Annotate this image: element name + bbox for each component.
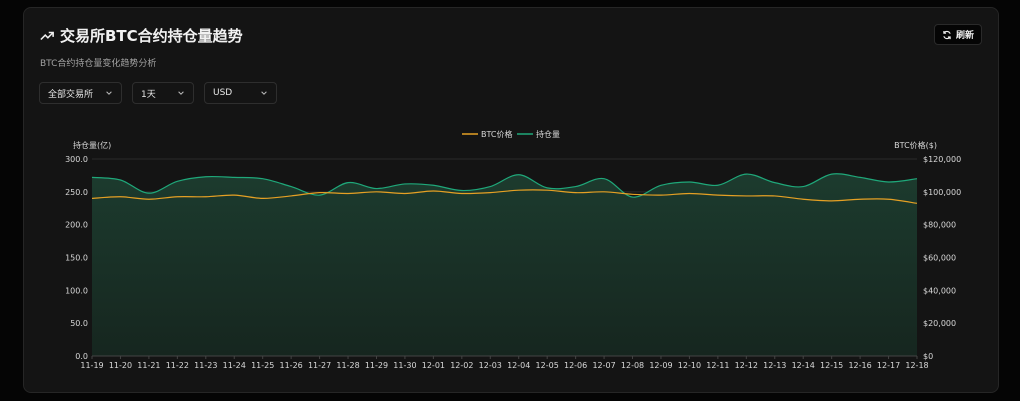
x-tick-label: 11-29 <box>365 361 388 370</box>
oi-price-chart: 0.0 50.0 100.0 150.0 200.0 250.0 300.0 $0 $20,00… <box>65 129 961 370</box>
x-tick-label: 11-22 <box>166 361 189 370</box>
y-tick-label-right: $60,000 <box>923 254 956 263</box>
y-tick-label-left: 100.0 <box>65 286 88 295</box>
y-tick-label-right: $20,000 <box>923 319 956 328</box>
x-tick-label: 11-21 <box>137 361 160 370</box>
x-tick-label: 11-26 <box>280 361 303 370</box>
y-tick-label-right: $80,000 <box>923 221 956 230</box>
x-tick-label: 11-20 <box>109 361 132 370</box>
x-tick-label: 12-16 <box>848 361 871 370</box>
x-tick-label: 12-13 <box>763 361 786 370</box>
x-tick-label: 12-18 <box>905 361 928 370</box>
x-tick-label: 12-05 <box>536 361 559 370</box>
y-tick-label-left: 300.0 <box>65 155 88 164</box>
x-tick-label: 12-04 <box>507 361 530 370</box>
x-tick-label: 11-19 <box>80 361 103 370</box>
x-tick-label: 12-17 <box>877 361 900 370</box>
y-tick-label-left: 250.0 <box>65 188 88 197</box>
x-tick-label: 11-27 <box>308 361 331 370</box>
x-tick-label: 11-25 <box>251 361 274 370</box>
x-tick-label: 12-01 <box>422 361 445 370</box>
y-tick-label-left: 0.0 <box>75 352 88 361</box>
x-tick-label: 12-11 <box>706 361 729 370</box>
chart-card: 交易所BTC合约持仓量趋势 BTC合约持仓量变化趋势分析 刷新 全部交易所 1天… <box>23 7 999 393</box>
x-tick-label: 12-08 <box>621 361 644 370</box>
x-tick-label: 11-30 <box>393 361 416 370</box>
x-tick-label: 12-14 <box>792 361 815 370</box>
x-tick-label: 12-03 <box>479 361 502 370</box>
x-tick-label: 12-07 <box>592 361 615 370</box>
y-tick-label-left: 200.0 <box>65 221 88 230</box>
x-tick-label: 11-23 <box>194 361 217 370</box>
x-tick-label: 12-12 <box>735 361 758 370</box>
y-axis-label-right: BTC价格($) <box>894 140 937 150</box>
legend-label-price: BTC价格 <box>481 129 513 139</box>
y-axis-label-left: 持仓量(亿) <box>73 140 111 150</box>
legend-label-oi: 持仓量 <box>536 129 560 139</box>
x-tick-label: 12-10 <box>678 361 701 370</box>
oi-area <box>92 173 917 356</box>
y-tick-label-right: $40,000 <box>923 286 956 295</box>
y-tick-label-left: 50.0 <box>70 319 88 328</box>
x-tick-label: 12-15 <box>820 361 843 370</box>
y-tick-label-right: $100,000 <box>923 188 961 197</box>
y-tick-label-right: $120,000 <box>923 155 961 164</box>
y-tick-label-left: 150.0 <box>65 254 88 263</box>
x-tick-label: 11-24 <box>223 361 246 370</box>
y-tick-label-right: $0 <box>923 352 933 361</box>
x-tick-label: 12-06 <box>564 361 587 370</box>
x-tick-label: 11-28 <box>336 361 359 370</box>
x-tick-label: 12-02 <box>450 361 473 370</box>
legend: BTC价格 持仓量 <box>462 129 560 139</box>
x-tick-label: 12-09 <box>649 361 672 370</box>
